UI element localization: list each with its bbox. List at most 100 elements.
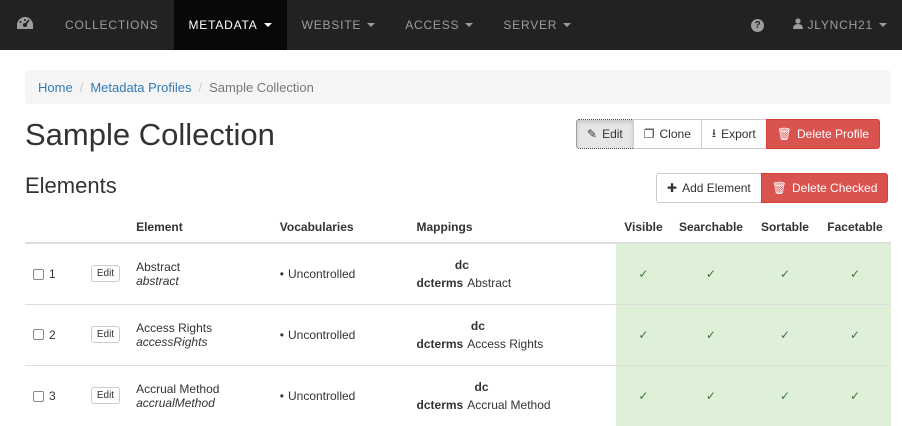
- mapping-value: Accrual Method: [467, 397, 551, 412]
- row-select-cell: 2: [25, 303, 83, 365]
- edit-element-button[interactable]: Edit: [90, 265, 121, 283]
- facetable-check: ✓: [818, 303, 891, 365]
- tachometer-icon: [16, 16, 34, 35]
- breadcrumb-separator: /: [198, 79, 203, 95]
- add-element-button[interactable]: ✚ Add Element: [656, 173, 762, 203]
- visible-check: ✓: [615, 303, 671, 365]
- trash-icon: 🗑: [771, 181, 788, 195]
- row-index: 2: [49, 327, 56, 342]
- sortable-check: ✓: [750, 364, 819, 426]
- nav-server[interactable]: SERVER: [488, 0, 586, 50]
- facetable-check: ✓: [818, 364, 891, 426]
- element-label: Abstract: [136, 259, 181, 274]
- nav-collections[interactable]: COLLECTIONS: [50, 0, 174, 50]
- edit-element-button[interactable]: Edit: [90, 387, 121, 405]
- mapping-dcterms: dcterms Accrual Method: [417, 396, 551, 414]
- profile-toolbar: ✎ Edit ❐ Clone ⭳ Export 🗑 Delete Profile: [576, 119, 881, 149]
- bullet-icon: •: [279, 388, 284, 403]
- row-checkbox[interactable]: [33, 390, 44, 402]
- mapping-dcterms: dcterms Abstract: [417, 274, 512, 292]
- user-icon: [793, 18, 804, 32]
- mappings-cell: dc dcterms Accrual Method: [408, 364, 616, 426]
- table-row: 2 Edit Access Rights accessRights • Uncon…: [25, 303, 891, 365]
- sortable-check: ✓: [750, 303, 819, 365]
- header-select: [25, 212, 83, 244]
- breadcrumb: Home / Metadata Profiles / Sample Collec…: [25, 70, 891, 104]
- element-label: Accrual Method: [136, 381, 220, 396]
- row-index: 1: [49, 267, 56, 282]
- visible-check: ✓: [615, 242, 671, 304]
- header-searchable: Searchable: [670, 212, 751, 244]
- caret-down-icon: [879, 23, 887, 27]
- mapping-dc: dc: [474, 379, 489, 394]
- edit-profile-button[interactable]: ✎ Edit: [576, 119, 634, 149]
- row-checkbox[interactable]: [33, 329, 44, 341]
- mapping-list: dc dcterms Abstract: [417, 256, 512, 292]
- row-select-cell: 3: [25, 364, 83, 426]
- mapping-list: dc dcterms Access Rights: [417, 317, 544, 353]
- table-row: 1 Edit Abstract abstract • Uncontrolled d…: [25, 242, 891, 304]
- mapping-namespace: dcterms: [416, 397, 464, 412]
- download-icon: ⭳: [711, 125, 717, 140]
- clone-profile-button[interactable]: ❐ Clone: [632, 119, 702, 149]
- mappings-cell: dc dcterms Access Rights: [408, 303, 616, 365]
- top-navbar: COLLECTIONS METADATA WEBSITE ACCESS SERV…: [0, 0, 902, 50]
- bullet-icon: •: [279, 266, 284, 281]
- element-cell: Accrual Method accrualMethod: [128, 364, 272, 426]
- elements-heading: Elements: [25, 173, 117, 198]
- user-name: JLYNCH21: [807, 18, 873, 32]
- edit-element-button[interactable]: Edit: [90, 326, 121, 343]
- mapping-dc: dc: [470, 318, 485, 333]
- nav-website[interactable]: WEBSITE: [287, 0, 391, 50]
- delete-profile-button[interactable]: 🗑 Delete Profile: [765, 119, 881, 149]
- searchable-check: ✓: [670, 303, 751, 365]
- row-checkbox[interactable]: [33, 268, 44, 280]
- element-name: accessRights: [136, 334, 208, 349]
- export-profile-button[interactable]: ⭳ Export: [700, 119, 767, 149]
- facetable-check: ✓: [818, 242, 891, 304]
- mapping-value: Abstract: [467, 275, 512, 290]
- header-sortable: Sortable: [750, 212, 819, 244]
- help-button[interactable]: ?: [737, 0, 778, 50]
- mapping-dc: dc: [454, 257, 469, 272]
- plus-icon: ✚: [667, 181, 678, 195]
- page-title: Sample Collection: [25, 117, 275, 152]
- breadcrumb-home[interactable]: Home: [38, 80, 73, 95]
- vocabulary-name: Uncontrolled: [287, 327, 356, 342]
- mapping-namespace: dcterms: [416, 275, 464, 290]
- table-row: 3 Edit Accrual Method accrualMethod • Unc…: [25, 364, 891, 426]
- searchable-check: ✓: [670, 242, 751, 304]
- trash-icon: 🗑: [776, 127, 792, 141]
- header-visible: Visible: [615, 212, 671, 244]
- user-menu[interactable]: JLYNCH21: [778, 0, 902, 50]
- elements-toolbar: ✚ Add Element 🗑 Delete Checked: [656, 173, 889, 203]
- vocabulary-cell: • Uncontrolled: [271, 242, 409, 304]
- mapping-namespace: dcterms: [416, 336, 464, 351]
- element-cell: Abstract abstract: [128, 242, 272, 304]
- sortable-check: ✓: [750, 242, 819, 304]
- brand-logo[interactable]: [0, 0, 50, 50]
- breadcrumb-separator: /: [79, 79, 84, 95]
- mapping-value: Access Rights: [467, 336, 544, 351]
- caret-down-icon: [563, 23, 572, 27]
- mappings-cell: dc dcterms Abstract: [408, 242, 616, 304]
- row-edit-cell: Edit: [82, 303, 129, 365]
- searchable-check: ✓: [670, 364, 751, 426]
- breadcrumb-metadata-profiles[interactable]: Metadata Profiles: [90, 80, 191, 95]
- row-select-cell: 1: [25, 242, 83, 304]
- header-facetable: Facetable: [818, 212, 891, 244]
- header-edit: [82, 212, 129, 244]
- clone-icon: ❐: [643, 127, 655, 141]
- nav-access[interactable]: ACCESS: [390, 0, 488, 50]
- caret-down-icon: [367, 23, 376, 27]
- header-mappings: Mappings: [408, 212, 616, 244]
- nav-metadata[interactable]: METADATA: [173, 0, 287, 50]
- vocabulary-cell: • Uncontrolled: [271, 364, 409, 426]
- delete-checked-button[interactable]: 🗑 Delete Checked: [760, 173, 889, 203]
- vocabulary-name: Uncontrolled: [287, 388, 356, 403]
- caret-down-icon: [263, 23, 272, 27]
- breadcrumb-current: Sample Collection: [209, 79, 314, 95]
- element-label: Access Rights: [136, 320, 213, 335]
- vocabulary-cell: • Uncontrolled: [271, 303, 409, 365]
- row-edit-cell: Edit: [82, 242, 129, 304]
